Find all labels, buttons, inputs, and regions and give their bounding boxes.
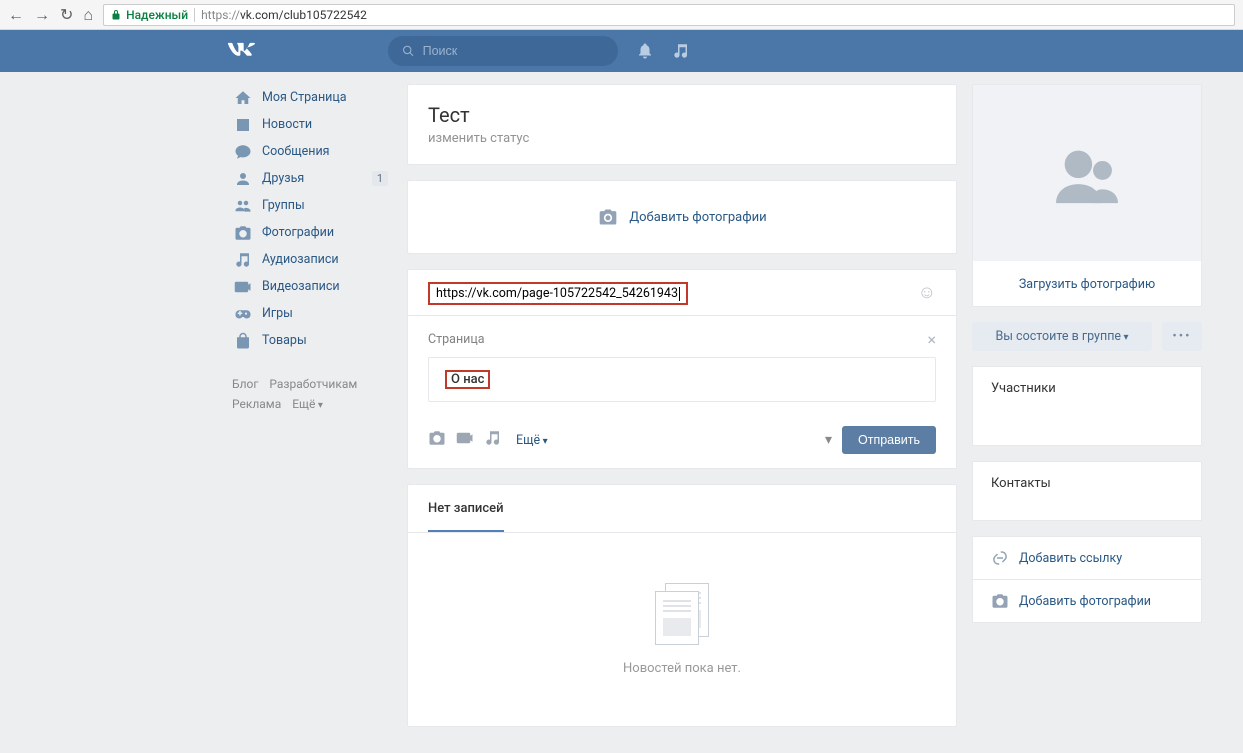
reload-icon[interactable]: ↻ [60,5,73,24]
footer-blog-link[interactable]: Блог [232,377,258,391]
right-actions: Добавить ссылку Добавить фотографии [972,536,1202,623]
add-photos-label: Добавить фотографии [1019,594,1151,609]
contacts-block[interactable]: Контакты [972,461,1202,521]
nav-audio[interactable]: Аудиозаписи [228,246,392,273]
secure-badge: Надежный [110,8,188,22]
search-input[interactable] [423,44,604,58]
nav-label: Друзья [262,171,304,186]
post-visibility-menu[interactable]: ▾ [825,432,832,448]
attach-more-menu[interactable]: Ещё [516,433,548,448]
nav-label: Сообщения [262,144,330,159]
nav-groups[interactable]: Группы [228,192,392,219]
remove-attach-icon[interactable]: × [927,330,936,349]
nav-friends[interactable]: Друзья 1 [228,165,392,192]
nav-label: Моя Страница [262,90,347,105]
nav-photos[interactable]: Фотографии [228,219,392,246]
nav-news[interactable]: Новости [228,111,392,138]
groups-icon [234,197,252,215]
friends-icon [234,170,252,188]
secure-label: Надежный [126,8,188,22]
nav-label: Видеозаписи [262,279,340,294]
nav-messages[interactable]: Сообщения [228,138,392,165]
send-button[interactable]: Отправить [842,426,936,454]
attach-page-box[interactable]: О нас [428,357,936,402]
group-title: Тест [428,103,936,127]
attach-photo-icon[interactable] [428,429,446,451]
nav-label: Фотографии [262,225,334,240]
wall-block: Нет записей Новостей пока нет. [407,484,957,727]
attached-page: Страница × О нас [408,315,956,416]
video-icon [234,278,252,296]
nav-badge: 1 [372,171,388,186]
notifications-icon[interactable] [636,42,654,60]
nav-video[interactable]: Видеозаписи [228,273,392,300]
footer-developers-link[interactable]: Разработчикам [269,377,357,391]
nav-label: Игры [262,306,293,321]
add-link-label: Добавить ссылку [1019,551,1122,566]
footer-more-link[interactable]: Ещё [292,397,323,411]
games-icon [234,305,252,323]
camera-icon [597,207,619,227]
nav-label: Новости [262,117,312,132]
membership-row: Вы состоите в группе ••• [972,322,1202,351]
music-icon[interactable] [672,42,690,60]
address-bar[interactable]: Надежный https://vk.com/club105722542 [103,4,1235,26]
add-photos-action[interactable]: Добавить фотографии [972,580,1202,623]
membership-button[interactable]: Вы состоите в группе [972,322,1152,351]
attach-page-title: О нас [451,372,484,387]
camera-icon [234,224,252,242]
more-actions-button[interactable]: ••• [1162,322,1202,351]
link-icon [991,549,1009,567]
footer-ads-link[interactable]: Реклама [232,397,281,411]
page-url: https://vk.com/club105722542 [201,8,367,22]
audio-icon [234,251,252,269]
add-photos-block[interactable]: Добавить фотографии [407,180,957,254]
nav-label: Товары [262,333,307,348]
camera-icon [991,592,1009,610]
post-composer-block: https://vk.com/page-105722542_54261943 ☺… [407,269,957,469]
participants-title: Участники [991,381,1183,396]
search-icon [402,44,415,58]
add-link-action[interactable]: Добавить ссылку [972,536,1202,580]
home-icon[interactable]: ⌂ [83,5,93,25]
browser-chrome: ← → ↻ ⌂ Надежный https://vk.com/club1057… [0,0,1243,30]
footer-links: Блог Разработчикам Реклама Ещё [228,374,392,416]
vk-header [0,30,1243,72]
composer-value: https://vk.com/page-105722542_54261943 [436,286,678,301]
cover-placeholder [973,85,1201,261]
upload-photo-link[interactable]: Загрузить фотографию [973,261,1201,292]
participants-block[interactable]: Участники [972,366,1202,446]
nav-forward-icon[interactable]: → [34,5,50,25]
attach-audio-icon[interactable] [484,429,502,451]
vk-logo[interactable] [228,42,268,60]
search-box[interactable] [388,36,618,66]
add-photos-label: Добавить фотографии [629,210,766,225]
empty-docs-icon [655,583,709,643]
group-avatar-icon [1044,138,1130,208]
home-icon [234,89,252,107]
nav-my-page[interactable]: Моя Страница [228,84,392,111]
left-sidebar: Моя Страница Новости Сообщения Друзья 1 … [228,72,392,727]
wall-tab[interactable]: Нет записей [428,485,504,532]
emoji-icon[interactable]: ☺ [918,282,936,303]
change-status-link[interactable]: изменить статус [428,131,936,146]
composer-input[interactable]: https://vk.com/page-105722542_54261943 [428,282,688,305]
attach-video-icon[interactable] [456,429,474,451]
messages-icon [234,143,252,161]
cover-block: Загрузить фотографию [972,84,1202,307]
nav-label: Группы [262,198,305,213]
nav-games[interactable]: Игры [228,300,392,327]
group-header-block: Тест изменить статус [407,84,957,165]
nav-label: Аудиозаписи [262,252,339,267]
lock-icon [110,9,122,21]
wall-empty-text: Новостей пока нет. [623,661,741,676]
attach-type-label: Страница [428,332,485,347]
contacts-title: Контакты [991,476,1183,491]
nav-back-icon[interactable]: ← [8,5,24,25]
nav-market[interactable]: Товары [228,327,392,354]
news-icon [234,116,252,134]
market-icon [234,332,252,350]
